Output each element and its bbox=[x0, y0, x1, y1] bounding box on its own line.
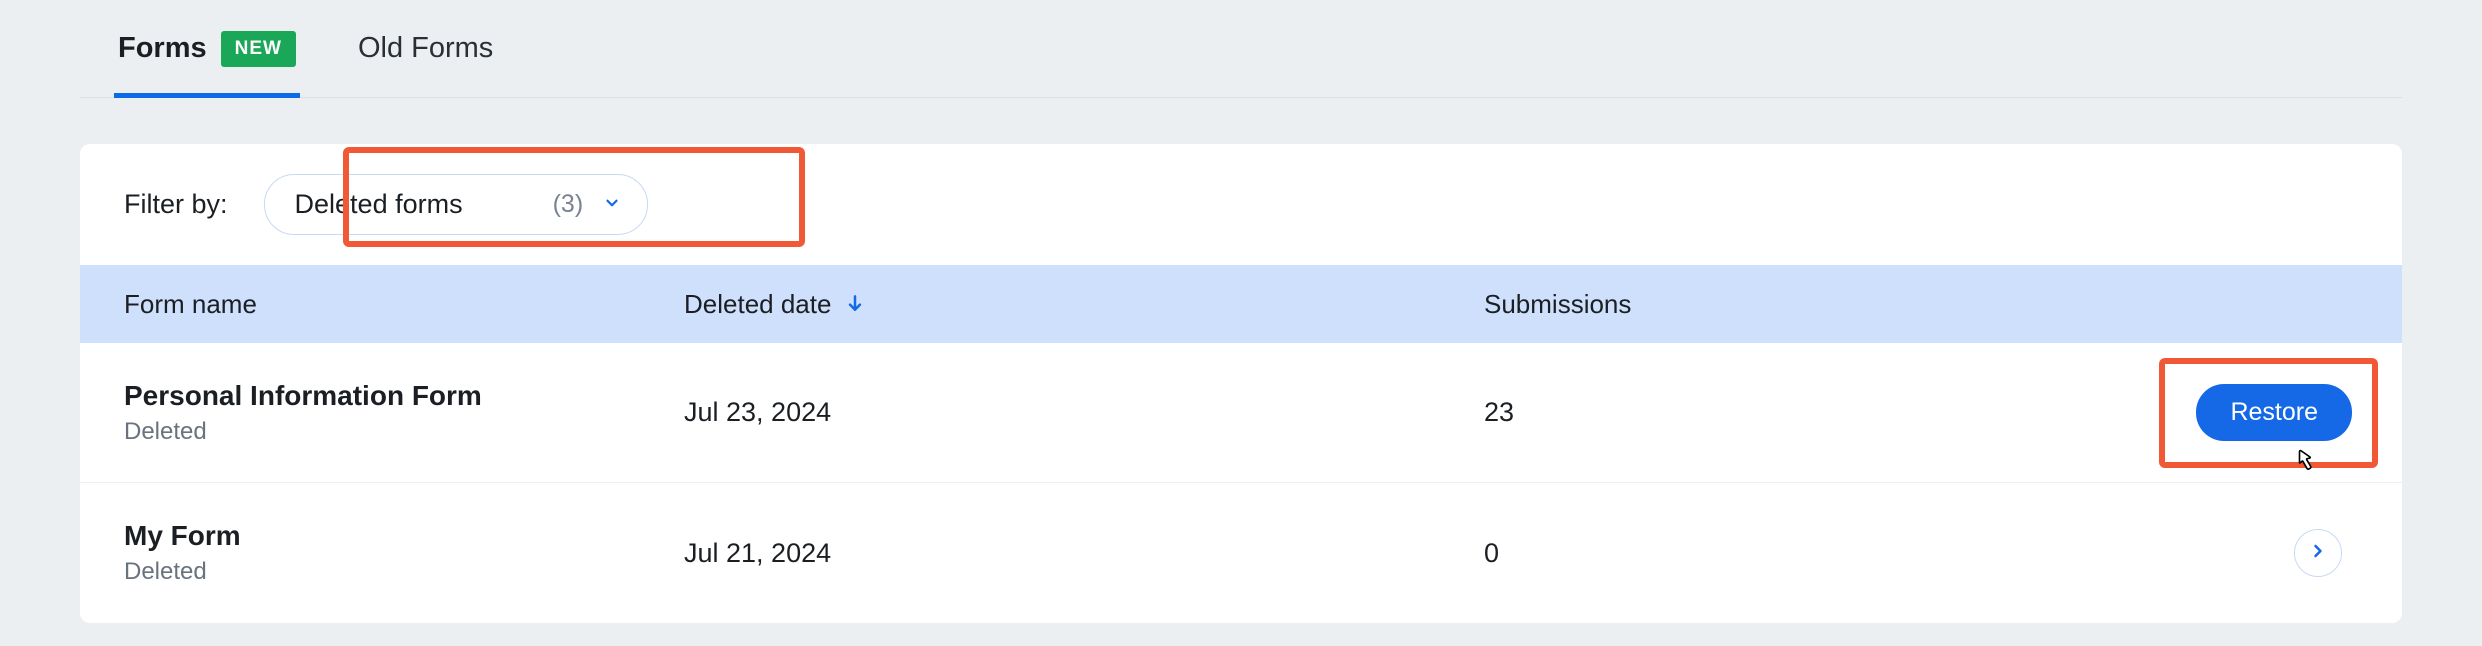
restore-button[interactable]: Restore bbox=[2196, 384, 2352, 441]
column-header-deleted[interactable]: Deleted date bbox=[684, 289, 1484, 320]
tab-forms-label: Forms bbox=[118, 32, 207, 65]
form-name-cell: My Form Deleted bbox=[124, 520, 684, 586]
chevron-right-icon bbox=[2308, 541, 2328, 566]
deleted-date-cell: Jul 23, 2024 bbox=[684, 397, 1484, 428]
filter-dropdown[interactable]: Deleted forms (3) bbox=[264, 174, 649, 235]
form-name: My Form bbox=[124, 520, 684, 552]
filter-row: Filter by: Deleted forms (3) bbox=[80, 144, 2402, 265]
submissions-cell: 0 bbox=[1484, 538, 2044, 569]
form-status: Deleted bbox=[124, 418, 684, 446]
column-header-name[interactable]: Form name bbox=[124, 289, 684, 320]
deleted-date-cell: Jul 21, 2024 bbox=[684, 538, 1484, 569]
form-name-cell: Personal Information Form Deleted bbox=[124, 380, 684, 446]
filter-label: Filter by: bbox=[124, 189, 228, 220]
tab-bar: Forms NEW Old Forms bbox=[80, 0, 2402, 98]
submissions-cell: 23 bbox=[1484, 397, 2044, 428]
filter-count: (3) bbox=[553, 190, 584, 219]
sort-arrow-down-icon bbox=[845, 289, 865, 320]
column-header-deleted-label: Deleted date bbox=[684, 289, 831, 320]
new-badge: NEW bbox=[221, 31, 296, 67]
form-name: Personal Information Form bbox=[124, 380, 684, 412]
cursor-pointer-icon bbox=[2289, 448, 2317, 476]
tab-old-forms-label: Old Forms bbox=[358, 32, 493, 65]
filter-selected-value: Deleted forms bbox=[295, 189, 463, 220]
tab-old-forms[interactable]: Old Forms bbox=[358, 0, 493, 97]
form-status: Deleted bbox=[124, 558, 684, 586]
row-action-button[interactable] bbox=[2294, 529, 2342, 577]
column-header-submissions[interactable]: Submissions bbox=[1484, 289, 2044, 320]
forms-card: Filter by: Deleted forms (3) Form name D… bbox=[80, 144, 2402, 623]
tab-forms[interactable]: Forms NEW bbox=[118, 0, 296, 97]
table-row[interactable]: My Form Deleted Jul 21, 2024 0 bbox=[80, 483, 2402, 623]
chevron-down-icon bbox=[603, 194, 621, 212]
table-row[interactable]: Personal Information Form Deleted Jul 23… bbox=[80, 343, 2402, 483]
table-header: Form name Deleted date Submissions bbox=[80, 265, 2402, 343]
